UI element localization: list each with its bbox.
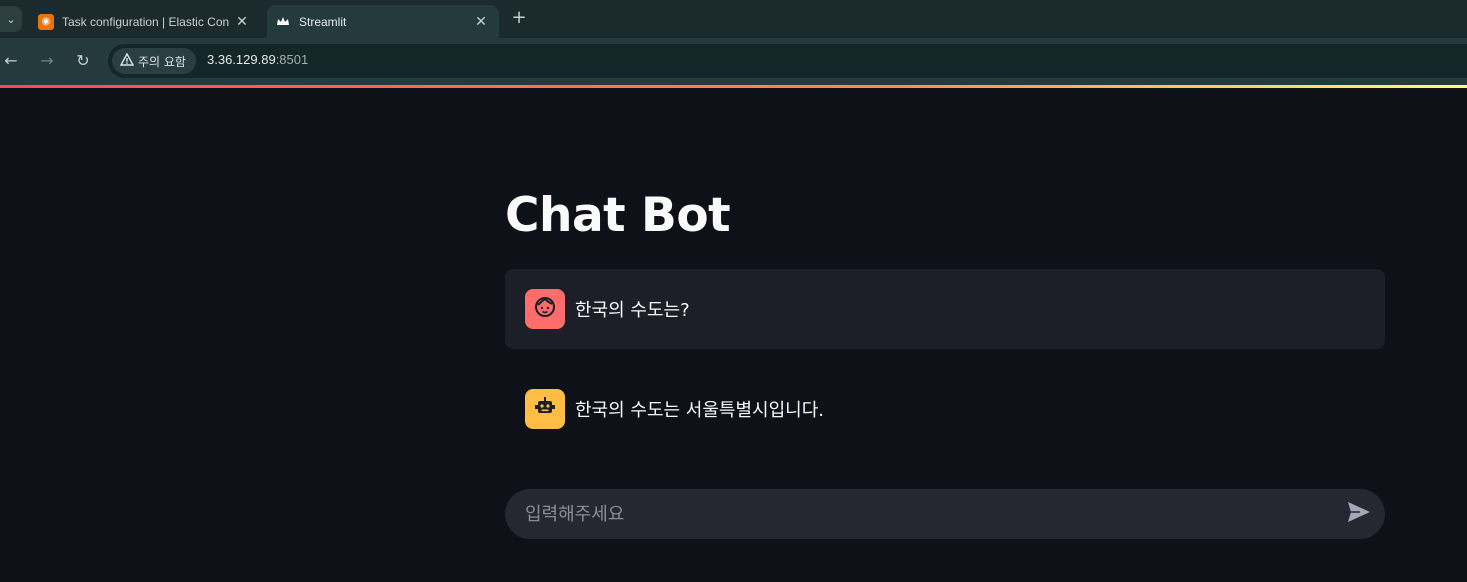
tab-title: Task configuration | Elastic Con [62,14,230,29]
chat-input-container [505,489,1385,539]
url-port: :8501 [275,52,309,67]
back-arrow-icon[interactable]: ← [0,50,22,72]
new-tab-button[interactable]: + [508,8,530,30]
close-icon[interactable]: ✕ [471,13,491,30]
chat-message-user: 한국의 수도는? [505,269,1385,349]
reload-icon[interactable]: ↻ [72,50,94,72]
send-icon [1346,500,1372,528]
send-button[interactable] [1345,500,1373,528]
tab-title: Streamlit [299,14,347,29]
browser-toolbar: ← → ↻ 주의 요함 3.36.129.89:8501 [0,38,1467,85]
robot-icon [533,395,557,423]
tab-search-button[interactable]: ⌄ [0,6,22,32]
close-icon[interactable]: ✕ [232,13,252,30]
assistant-avatar [525,389,565,429]
message-text: 한국의 수도는? [575,300,690,321]
message-text: 한국의 수도는 서울특별시입니다. [575,400,825,421]
face-icon [533,295,557,323]
security-label: 주의 요함 [138,54,186,69]
url-host: 3.36.129.89 [207,52,276,67]
chat-message-assistant: 한국의 수도는 서울특별시입니다. [505,369,1385,449]
user-avatar [525,289,565,329]
tab-task-configuration[interactable]: ◉ Task configuration | Elastic Con ✕ [30,5,260,38]
address-bar[interactable]: 주의 요함 3.36.129.89:8501 [108,44,1467,78]
forward-arrow-icon[interactable]: → [36,50,58,72]
security-warning-chip[interactable]: 주의 요함 [112,48,196,74]
streamlit-crown-icon [275,14,291,30]
warning-triangle-icon [119,52,135,69]
elastic-favicon-icon: ◉ [38,13,54,30]
url-text[interactable]: 3.36.129.89:8501 [207,52,308,67]
chat-input[interactable] [505,489,1325,539]
tab-streamlit[interactable]: Streamlit ✕ [267,5,499,38]
browser-tab-bar: ⌄ ◉ Task configuration | Elastic Con ✕ S… [0,0,1467,38]
page-title: Chat Bot [505,188,731,243]
streamlit-app: Chat Bot 한국의 수도는? 한국의 수도는 서울특별시입니다. 입력해주… [0,88,1467,582]
